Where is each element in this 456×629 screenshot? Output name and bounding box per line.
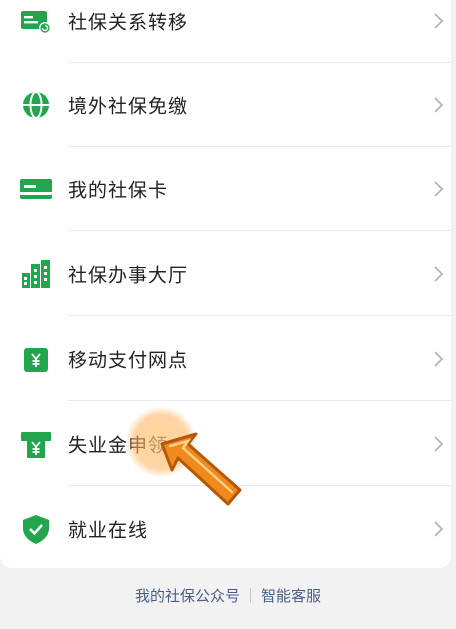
- chevron-right-icon: [434, 351, 444, 367]
- shield-check-icon: [20, 513, 52, 545]
- footer-links: 我的社保公众号 智能客服: [0, 578, 456, 612]
- footer-separator: [250, 587, 251, 603]
- menu-item-service-hall[interactable]: 社保办事大厅: [0, 232, 451, 316]
- menu-item-label: 就业在线: [68, 519, 149, 542]
- atm-yen-icon: [20, 428, 52, 460]
- menu-card: 社保关系转移 境外社保免缴 我的社保卡 社保办事大厅 移动支付网点 失业金申领 …: [0, 0, 451, 568]
- official-account-link[interactable]: 我的社保公众号: [135, 585, 240, 606]
- menu-item-label: 社保办事大厅: [68, 264, 189, 287]
- chevron-right-icon: [434, 521, 444, 537]
- wallet-yen-icon: [20, 343, 52, 375]
- chevron-right-icon: [434, 266, 444, 282]
- chevron-right-icon: [434, 13, 444, 29]
- transfer-card-icon: [20, 5, 52, 37]
- smart-service-link[interactable]: 智能客服: [261, 585, 321, 606]
- chevron-right-icon: [434, 97, 444, 113]
- row-divider: [68, 315, 451, 316]
- menu-item-social-security-transfer[interactable]: 社保关系转移: [0, 0, 451, 63]
- row-divider: [68, 400, 451, 401]
- menu-item-label: 社保关系转移: [68, 11, 189, 34]
- menu-item-my-card[interactable]: 我的社保卡: [0, 147, 451, 231]
- building-icon: [20, 258, 52, 290]
- globe-icon: [20, 89, 52, 121]
- chevron-right-icon: [434, 436, 444, 452]
- menu-item-label: 境外社保免缴: [68, 95, 189, 118]
- menu-item-label: 失业金申领: [68, 434, 169, 457]
- row-divider: [68, 230, 451, 231]
- row-divider: [68, 485, 451, 486]
- chevron-right-icon: [434, 181, 444, 197]
- card-icon: [20, 173, 52, 205]
- menu-item-label: 我的社保卡: [68, 179, 169, 202]
- menu-item-unemployment-benefit[interactable]: 失业金申领: [0, 402, 451, 486]
- menu-item-employment-online[interactable]: 就业在线: [0, 487, 451, 571]
- menu-item-mobile-payment[interactable]: 移动支付网点: [0, 317, 451, 401]
- menu-item-overseas-exemption[interactable]: 境外社保免缴: [0, 63, 451, 147]
- menu-item-label: 移动支付网点: [68, 349, 189, 372]
